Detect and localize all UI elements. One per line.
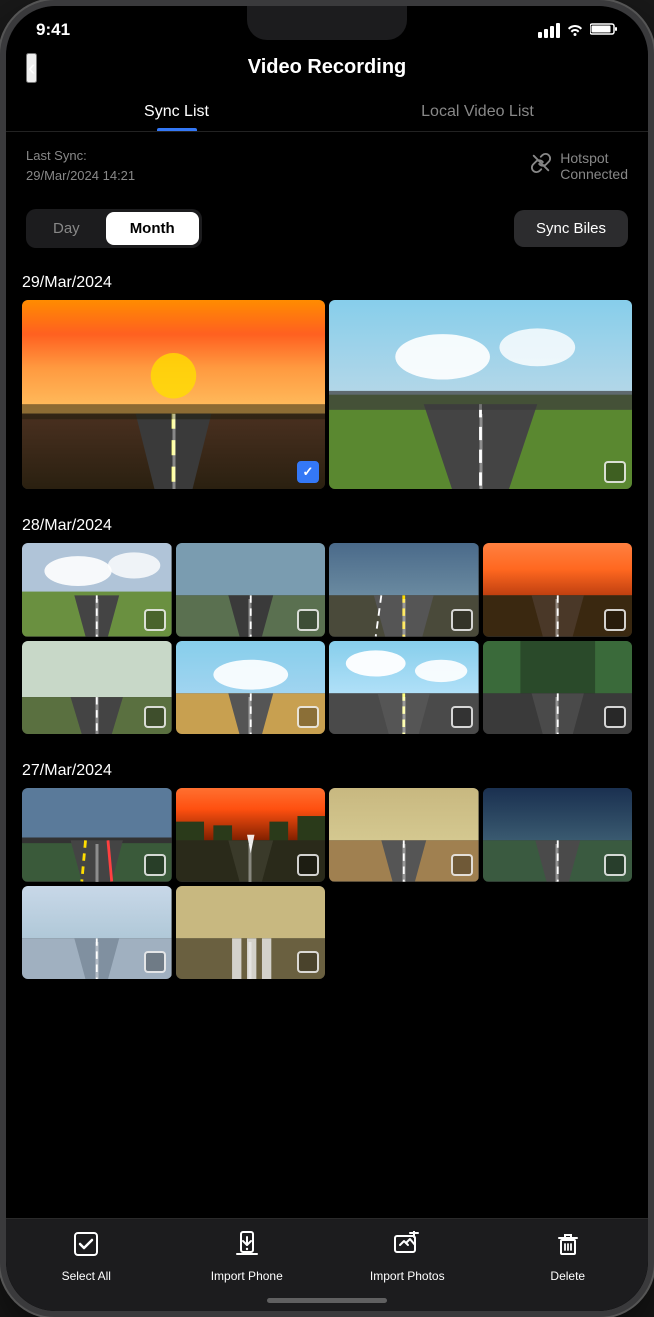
photo-checkbox[interactable] [144, 609, 166, 631]
list-item[interactable] [329, 788, 479, 881]
select-all-button[interactable]: Select All [6, 1231, 167, 1283]
date-label-28mar: 28/Mar/2024 [22, 505, 632, 543]
import-phone-button[interactable]: Import Phone [167, 1231, 328, 1283]
photo-checkbox[interactable] [451, 854, 473, 876]
select-all-icon [73, 1231, 99, 1264]
tabs-container: Sync List Local Video List [6, 91, 648, 132]
import-photos-icon [394, 1231, 420, 1264]
screen: 9:41 [6, 6, 648, 1311]
list-item[interactable] [22, 788, 172, 881]
last-sync-text: Last Sync: 29/Mar/2024 14:21 [26, 146, 135, 185]
page-title: Video Recording [248, 56, 407, 79]
import-phone-label: Import Phone [211, 1269, 283, 1283]
list-item[interactable] [176, 788, 326, 881]
photo-thumb [329, 300, 632, 489]
photo-checkbox[interactable] [604, 854, 626, 876]
photo-checkbox[interactable] [604, 609, 626, 631]
status-bar: 9:41 [6, 6, 648, 48]
date-label-29mar: 29/Mar/2024 [22, 262, 632, 300]
content-area[interactable]: 29/Mar/2024 [6, 262, 648, 1218]
wifi-icon [566, 22, 584, 39]
photo-checkbox[interactable] [297, 854, 319, 876]
date-section-27mar: 27/Mar/2024 [22, 750, 632, 979]
import-phone-icon [234, 1231, 260, 1264]
photo-checkbox[interactable] [144, 706, 166, 728]
photo-checkbox[interactable] [144, 951, 166, 973]
tab-sync-list[interactable]: Sync List [26, 91, 327, 131]
bottom-spacer [22, 995, 632, 1005]
photo-checkbox[interactable] [297, 609, 319, 631]
list-item[interactable] [483, 788, 633, 881]
delete-icon [555, 1231, 581, 1264]
photo-checkbox[interactable] [451, 609, 473, 631]
home-indicator [267, 1298, 387, 1303]
phone-frame: 9:41 [0, 0, 654, 1317]
status-icons [538, 22, 618, 39]
photo-checkbox[interactable] [297, 706, 319, 728]
list-item[interactable] [176, 886, 326, 979]
list-item[interactable] [22, 543, 172, 636]
photo-thumb [22, 300, 325, 489]
delete-button[interactable]: Delete [488, 1231, 649, 1283]
date-label-27mar: 27/Mar/2024 [22, 750, 632, 788]
delete-label: Delete [550, 1269, 585, 1283]
select-all-label: Select All [62, 1269, 111, 1283]
hotspot-link-icon [530, 152, 552, 180]
month-toggle-button[interactable]: Month [106, 212, 199, 245]
photo-grid-28mar [22, 543, 632, 734]
photo-checkbox[interactable] [297, 951, 319, 973]
status-time: 9:41 [36, 20, 70, 40]
photo-checkbox[interactable] [604, 461, 626, 483]
view-controls: Day Month Sync Biles [6, 199, 648, 262]
sync-files-button[interactable]: Sync Biles [514, 210, 628, 247]
list-item[interactable] [176, 543, 326, 636]
import-photos-label: Import Photos [370, 1269, 445, 1283]
sync-info-bar: Last Sync: 29/Mar/2024 14:21 Hotspot Con… [6, 132, 648, 199]
list-item[interactable] [22, 641, 172, 734]
photo-checkbox[interactable] [297, 461, 319, 483]
photo-grid-27mar-row1 [22, 788, 632, 881]
date-section-29mar: 29/Mar/2024 [22, 262, 632, 489]
list-item[interactable] [22, 300, 325, 489]
hotspot-text: Hotspot Connected [560, 150, 628, 182]
list-item[interactable] [22, 886, 172, 979]
photo-checkbox[interactable] [144, 854, 166, 876]
list-item[interactable] [483, 543, 633, 636]
list-item[interactable] [176, 641, 326, 734]
photo-grid-27mar-row2 [22, 886, 632, 979]
photo-checkbox[interactable] [604, 706, 626, 728]
photo-grid-29mar [22, 300, 632, 489]
signal-bars-icon [538, 23, 560, 38]
list-item[interactable] [329, 300, 632, 489]
day-toggle-button[interactable]: Day [29, 212, 104, 245]
day-month-toggle: Day Month [26, 209, 202, 248]
list-item[interactable] [329, 641, 479, 734]
battery-icon [590, 22, 618, 39]
header: ‹ Video Recording [6, 48, 648, 91]
hotspot-status: Hotspot Connected [530, 150, 628, 182]
list-item[interactable] [483, 641, 633, 734]
back-button[interactable]: ‹ [26, 53, 37, 83]
tab-local-video-list[interactable]: Local Video List [327, 91, 628, 131]
photo-checkbox[interactable] [451, 706, 473, 728]
date-section-28mar: 28/Mar/2024 [22, 505, 632, 734]
list-item[interactable] [329, 543, 479, 636]
import-photos-button[interactable]: Import Photos [327, 1231, 488, 1283]
